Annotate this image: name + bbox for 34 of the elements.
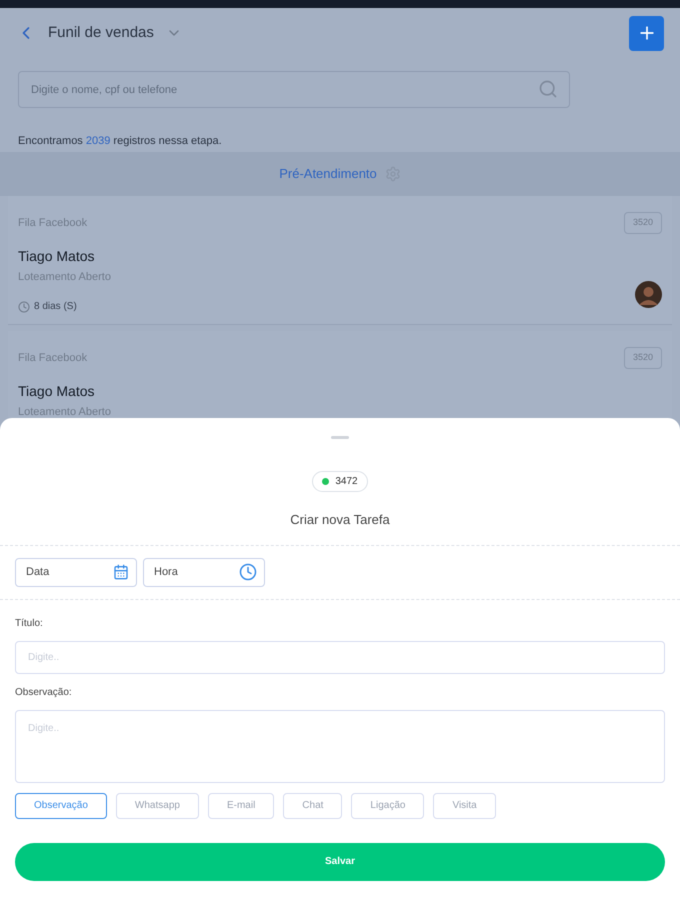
search-field[interactable]: Digite o nome, cpf ou telefone xyxy=(18,71,570,108)
project-name: Loteamento Aberto xyxy=(18,270,112,284)
drag-handle[interactable] xyxy=(331,436,349,439)
date-field[interactable]: Data xyxy=(15,558,137,586)
title-field[interactable]: Digite.. xyxy=(15,640,665,674)
type-tab[interactable]: Whatsapp xyxy=(116,792,199,818)
add-button[interactable] xyxy=(629,16,664,50)
id-number: 3472 xyxy=(335,475,358,489)
sheet-title: Criar nova Tarefa xyxy=(290,511,390,529)
results-count: Encontramos 2039 registros nessa etapa. xyxy=(18,135,222,147)
page-title[interactable]: Funil de vendas xyxy=(48,22,154,44)
save-button[interactable]: Salvar xyxy=(15,842,665,880)
field-label: Título: xyxy=(15,616,44,630)
field-label: Observação: xyxy=(15,686,73,700)
type-tab[interactable]: Observação xyxy=(15,792,107,818)
project-name: Loteamento Aberto xyxy=(18,404,112,420)
type-tab[interactable]: Ligação xyxy=(351,792,424,818)
type-tab[interactable]: Chat xyxy=(283,792,342,818)
calendar-icon xyxy=(113,564,129,580)
lead-name: Tiago Matos xyxy=(18,382,96,401)
lead-name: Tiago Matos xyxy=(18,246,96,266)
queue-label: Fila Facebook xyxy=(18,350,88,366)
search-icon[interactable] xyxy=(538,79,558,99)
clock-icon xyxy=(18,300,30,312)
code-tag: 3520 xyxy=(624,212,662,234)
stage-title[interactable]: Pré-Atendimento xyxy=(279,164,377,184)
type-tab[interactable]: E-mail xyxy=(208,792,274,818)
note-field[interactable]: Digite.. xyxy=(15,710,665,782)
elapsed-time: 8 dias (S) xyxy=(34,300,77,314)
queue-label: Fila Facebook xyxy=(18,216,88,230)
code-tag: 3520 xyxy=(624,347,662,368)
type-tab[interactable]: Visita xyxy=(433,792,496,818)
time-field[interactable]: Hora xyxy=(143,558,265,586)
clock-icon xyxy=(239,562,257,580)
